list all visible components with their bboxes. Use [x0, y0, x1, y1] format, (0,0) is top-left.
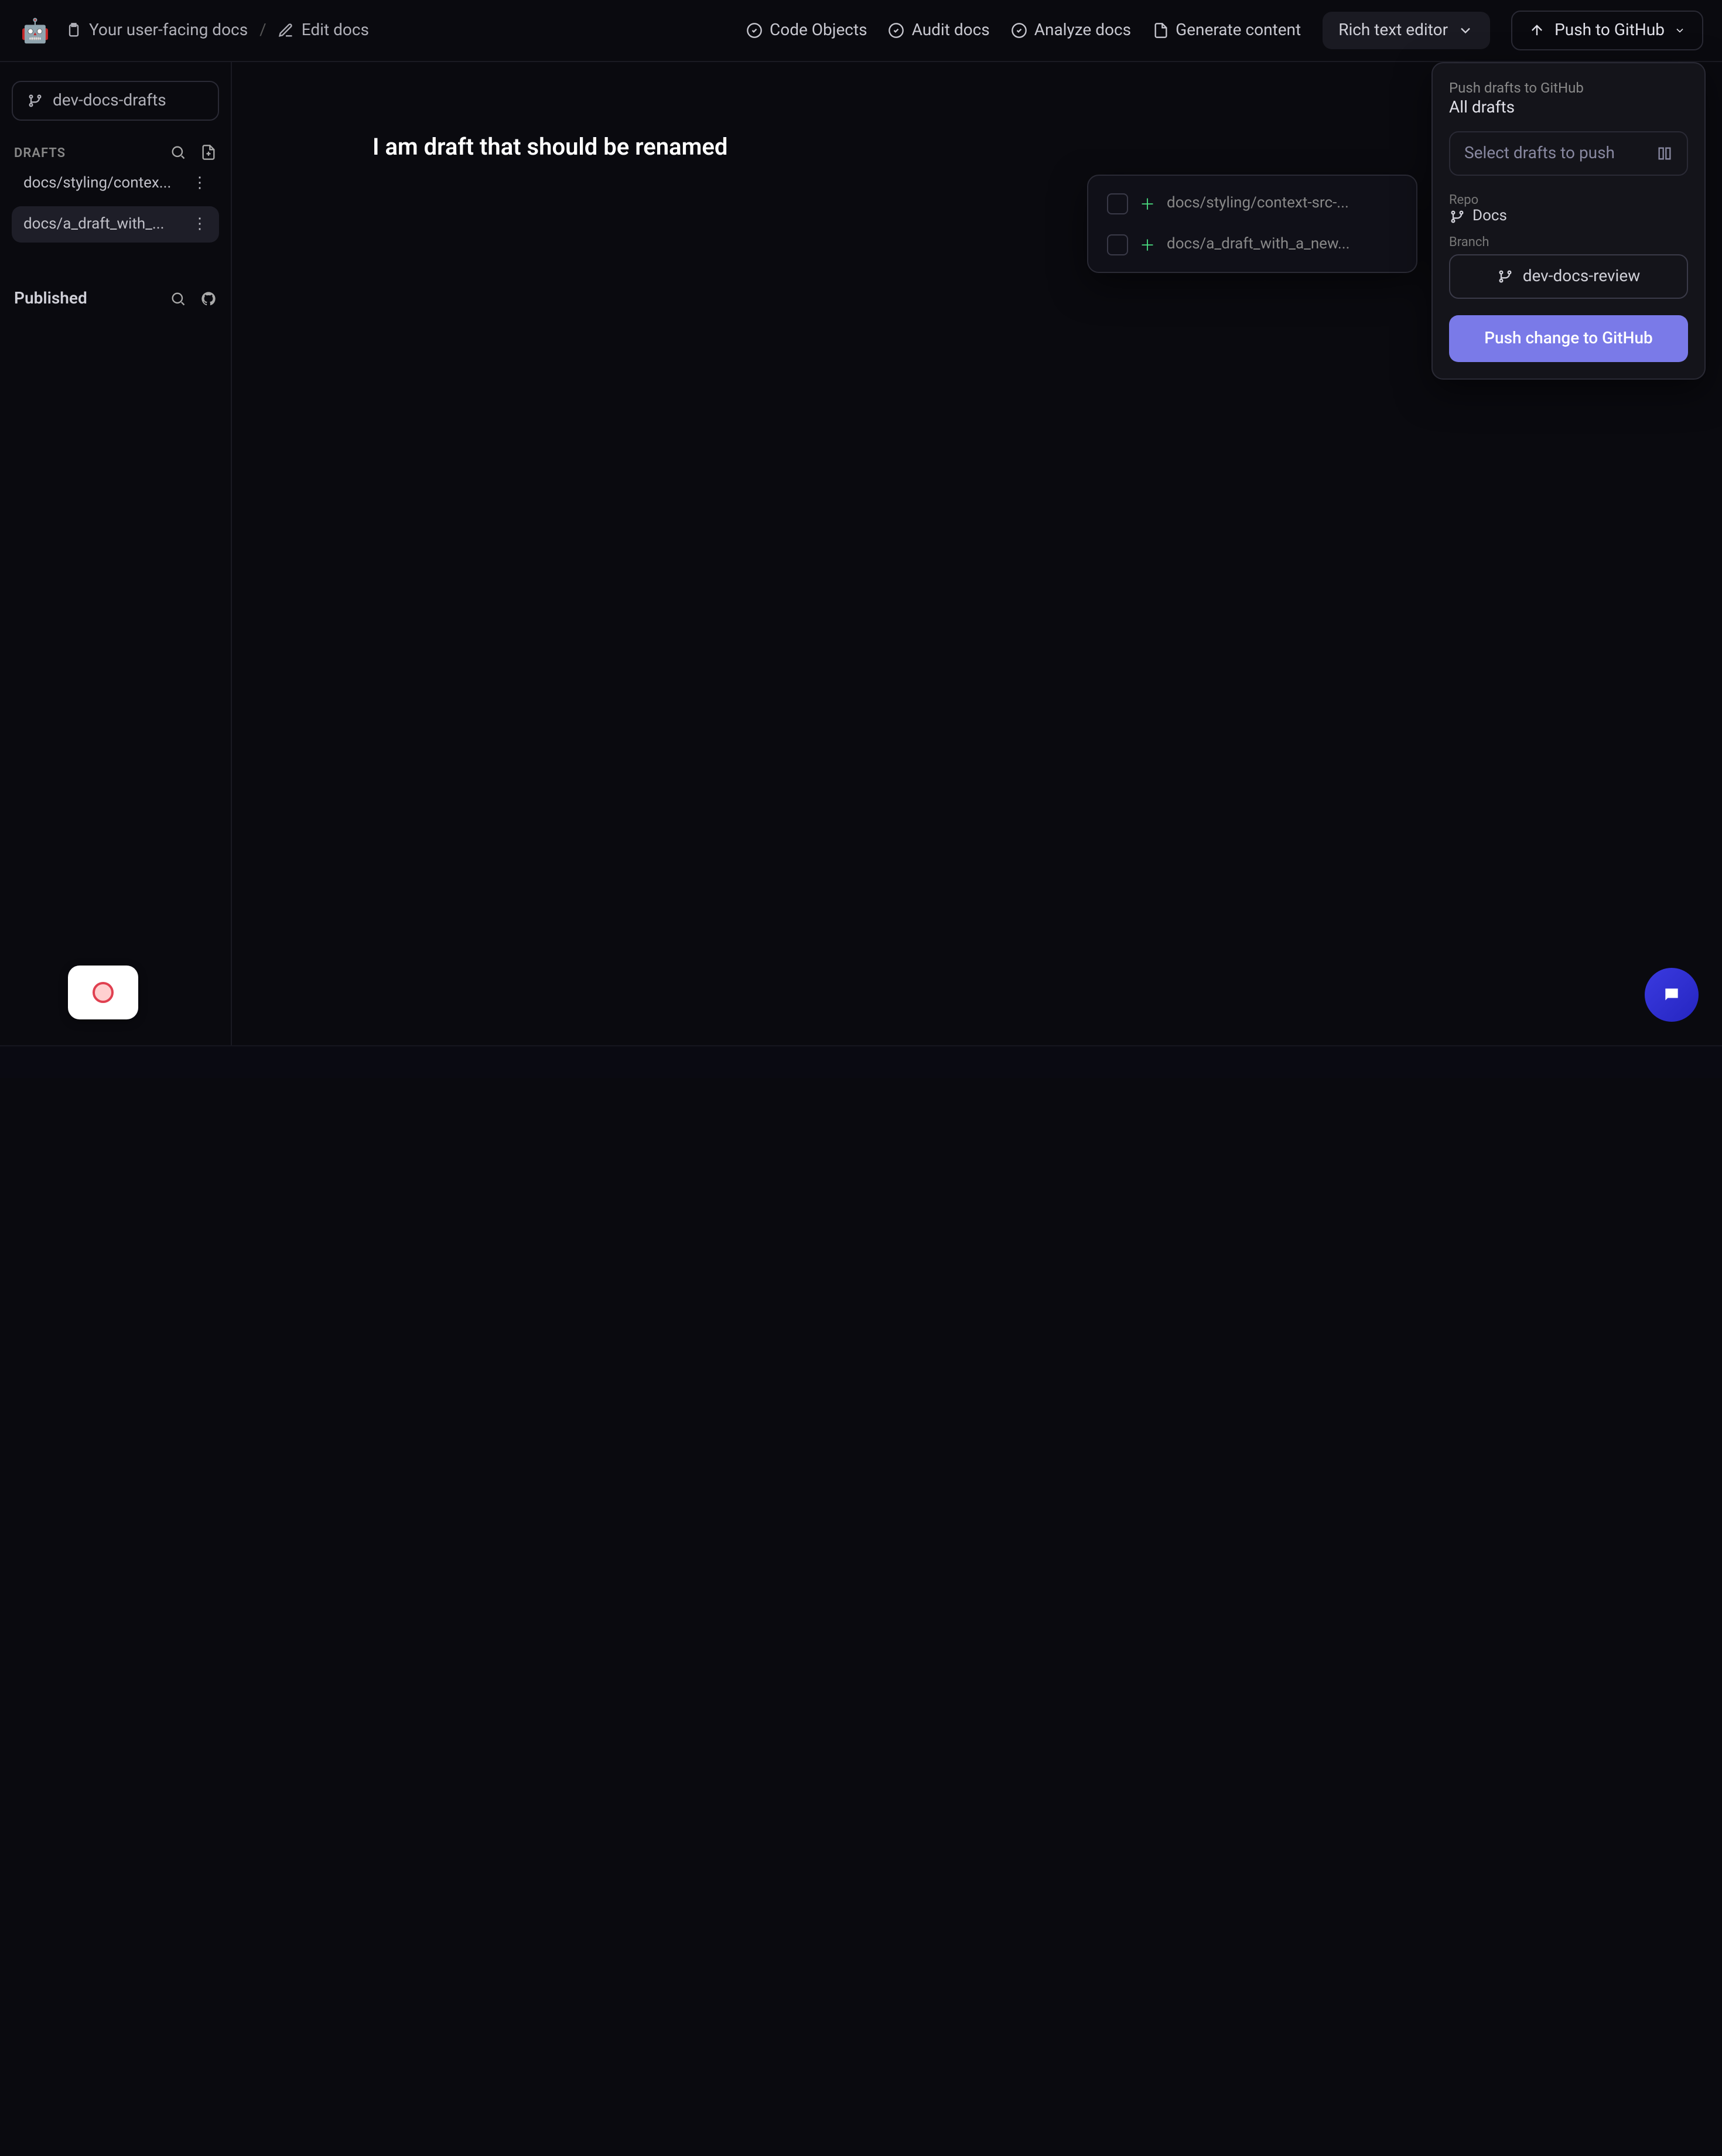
git-branch-icon	[1449, 208, 1465, 224]
push-change-button[interactable]: Push change to GitHub	[1449, 315, 1688, 362]
branch-input-value: dev-docs-review	[1523, 267, 1641, 286]
check-circle-icon	[1011, 22, 1027, 39]
drafts-section-header: DRAFTS	[12, 139, 219, 165]
chat-bubble[interactable]	[1645, 968, 1699, 1022]
draft-item-name: docs/styling/contex...	[23, 175, 171, 192]
draft-select-row[interactable]: ＋ docs/a_draft_with_a_new...	[1095, 224, 1409, 265]
published-section-header: Published	[12, 285, 219, 313]
branch-input[interactable]: dev-docs-review	[1449, 254, 1688, 299]
breadcrumb-separator: /	[259, 21, 266, 40]
checkbox[interactable]	[1107, 234, 1128, 255]
branch-name: dev-docs-drafts	[53, 91, 166, 110]
select-placeholder: Select drafts to push	[1464, 144, 1615, 163]
upload-icon	[1529, 22, 1545, 39]
code-objects-label: Code Objects	[770, 21, 867, 40]
draft-select-name: docs/a_draft_with_a_new...	[1167, 236, 1350, 253]
github-icon[interactable]	[200, 291, 217, 307]
push-button-label: Push to GitHub	[1554, 21, 1665, 40]
breadcrumb: Your user-facing docs / Edit docs	[66, 21, 369, 40]
select-drafts-dropdown[interactable]: Select drafts to push	[1449, 131, 1688, 176]
draft-select-name: docs/styling/context-src-...	[1167, 195, 1349, 212]
check-circle-icon	[746, 22, 763, 39]
document-icon	[1152, 22, 1168, 39]
document-title[interactable]: I am draft that should be renamed	[373, 132, 1581, 161]
search-icon[interactable]	[170, 291, 186, 307]
code-objects-action[interactable]: Code Objects	[746, 21, 867, 40]
analyze-docs-action[interactable]: Analyze docs	[1011, 21, 1131, 40]
editor-mode-select[interactable]: Rich text editor	[1322, 12, 1490, 49]
clipboard-icon	[66, 22, 82, 39]
audit-docs-action[interactable]: Audit docs	[889, 21, 990, 40]
push-to-github-button[interactable]: Push to GitHub	[1511, 11, 1703, 50]
push-panel: Push drafts to GitHub All drafts Select …	[1431, 62, 1706, 380]
more-icon[interactable]: ⋮	[192, 216, 207, 233]
bottombar	[0, 1045, 1722, 1078]
push-panel-subtitle: All drafts	[1449, 98, 1688, 117]
edit-icon	[278, 22, 295, 39]
repo-name: Docs	[1472, 207, 1507, 225]
breadcrumb-edit-label: Edit docs	[302, 21, 369, 40]
record-icon	[93, 982, 114, 1003]
generate-content-action[interactable]: Generate content	[1152, 21, 1301, 40]
breadcrumb-edit[interactable]: Edit docs	[278, 21, 369, 40]
topbar: 🤖 Your user-facing docs / Edit docs Code…	[0, 0, 1722, 62]
chevron-down-icon	[1674, 25, 1686, 36]
branch-selector[interactable]: dev-docs-drafts	[12, 81, 219, 121]
plus-icon: ＋	[1140, 192, 1155, 214]
drafts-list: docs/styling/contex... ⋮ docs/a_draft_wi…	[12, 165, 219, 243]
plus-icon: ＋	[1140, 233, 1155, 255]
analyze-docs-label: Analyze docs	[1034, 21, 1131, 40]
draft-select-row[interactable]: ＋ docs/styling/context-src-...	[1095, 183, 1409, 224]
draft-item[interactable]: docs/a_draft_with_... ⋮	[12, 206, 219, 243]
drafts-select-popover: ＋ docs/styling/context-src-... ＋ docs/a_…	[1087, 175, 1417, 273]
draft-item-name: docs/a_draft_with_...	[23, 216, 165, 233]
more-icon[interactable]: ⋮	[192, 175, 207, 192]
checkbox[interactable]	[1107, 193, 1128, 214]
sidebar: dev-docs-drafts DRAFTS docs/styling/cont…	[0, 62, 232, 1045]
chevron-down-icon	[1457, 22, 1474, 39]
check-circle-icon	[889, 22, 905, 39]
top-actions: Code Objects Audit docs Analyze docs Gen…	[746, 11, 1703, 50]
editor-mode-label: Rich text editor	[1338, 21, 1448, 40]
git-branch-icon	[1497, 268, 1513, 285]
chat-icon	[1662, 985, 1681, 1004]
breadcrumb-docs[interactable]: Your user-facing docs	[66, 21, 248, 40]
new-file-icon[interactable]	[200, 144, 217, 161]
push-panel-title: Push drafts to GitHub	[1449, 80, 1688, 96]
git-branch-icon	[27, 93, 43, 109]
draft-item[interactable]: docs/styling/contex... ⋮	[12, 165, 219, 202]
repo-label: Repo	[1449, 192, 1688, 207]
branch-label: Branch	[1449, 234, 1688, 250]
app-logo[interactable]: 🤖	[19, 14, 52, 47]
audit-docs-label: Audit docs	[912, 21, 990, 40]
breadcrumb-docs-label: Your user-facing docs	[89, 21, 248, 40]
repo-value: Docs	[1449, 207, 1688, 225]
published-header-label: Published	[14, 289, 87, 308]
drafts-header-label: DRAFTS	[14, 145, 66, 160]
generate-content-label: Generate content	[1176, 21, 1301, 40]
book-icon	[1656, 145, 1673, 162]
search-icon[interactable]	[170, 144, 186, 161]
record-widget[interactable]	[68, 966, 138, 1019]
